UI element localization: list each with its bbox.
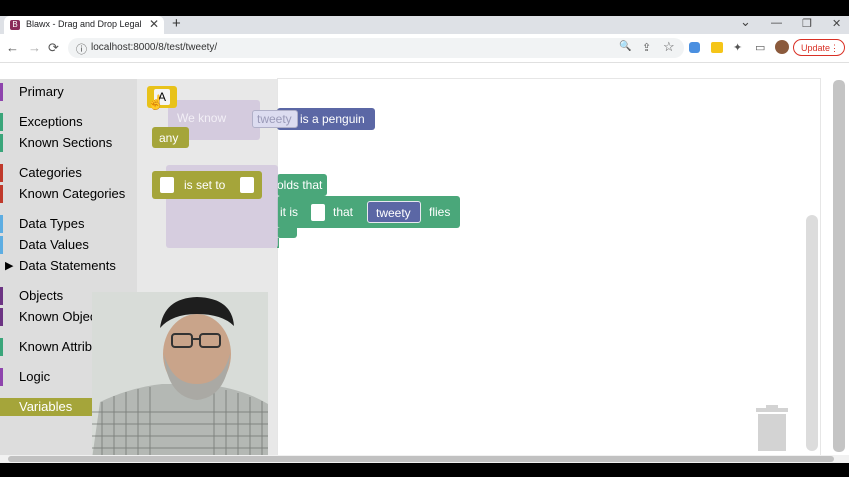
window-close-button[interactable]: ✕ [832, 17, 841, 30]
category-color-bar [0, 185, 3, 203]
category-known-categories[interactable]: Known Categories [0, 185, 137, 203]
flies-label: flies [429, 205, 451, 219]
zoom-icon[interactable]: 🔍 [619, 41, 631, 52]
category-label: Data Values [19, 237, 89, 252]
category-primary[interactable]: Primary [0, 83, 137, 101]
category-color-bar [0, 287, 3, 305]
holds-that-block[interactable]: olds that [277, 174, 327, 196]
is-set-to-label: is set to [184, 178, 226, 192]
trash-icon[interactable] [754, 405, 790, 451]
profile-avatar[interactable] [775, 40, 789, 54]
bookmark-star-icon[interactable]: ☆ [663, 39, 675, 55]
side-panel-icon[interactable]: ▭ [755, 41, 765, 54]
back-button[interactable]: ← [6, 40, 19, 55]
tweety-label: tweety [376, 206, 411, 220]
extensions-puzzle-icon[interactable]: ✦ [733, 41, 742, 54]
tab-search-icon[interactable]: ⌄ [740, 14, 751, 30]
is-a-penguin-label: is a penguin [300, 112, 365, 126]
new-tab-button[interactable]: + [172, 15, 181, 32]
category-label: Categories [19, 165, 82, 180]
category-data-statements[interactable]: Data Statements [0, 257, 137, 275]
workspace-scrollbar[interactable] [806, 215, 818, 451]
url-text[interactable]: localhost:8000/8/test/tweety/ [91, 42, 217, 53]
reload-button[interactable]: ⟳ [48, 40, 59, 56]
empty-input-slot[interactable] [160, 177, 174, 193]
category-color-bar [0, 83, 3, 101]
empty-input-slot[interactable] [240, 177, 254, 193]
category-label: Data Statements [19, 258, 116, 273]
category-label: Known Sections [19, 135, 113, 150]
category-exceptions[interactable]: Exceptions [0, 113, 137, 131]
category-label: Variables [19, 399, 73, 414]
update-button[interactable]: Update ⋮ [793, 39, 845, 56]
share-icon[interactable]: ⇪ [642, 41, 651, 54]
category-color-bar [0, 215, 3, 233]
category-color-bar [0, 236, 3, 254]
ghost-tweety-label: tweety [257, 112, 292, 126]
holds-that-label: olds that [277, 178, 323, 192]
category-label: Objects [19, 288, 64, 303]
category-categories[interactable]: Categories [0, 164, 137, 182]
that-label: that [333, 205, 354, 219]
empty-input-slot[interactable] [311, 204, 325, 221]
tab-title: Blawx - Drag and Drop Legal AI [26, 19, 141, 29]
category-color-bar [0, 308, 3, 326]
any-label: any [159, 131, 179, 145]
any-block[interactable]: any [152, 127, 189, 148]
category-label: Data Types [19, 216, 85, 231]
category-color-bar [0, 368, 3, 386]
close-icon[interactable]: ✕ [149, 17, 159, 31]
category-color-bar [0, 113, 3, 131]
flies-statement-block[interactable]: it is that tweety flies [277, 196, 460, 228]
category-data-values[interactable]: Data Values [0, 236, 137, 254]
menu-icon: ⋮ [830, 43, 839, 53]
extension-blue-icon[interactable] [689, 42, 700, 53]
site-info-icon[interactable]: ⓘ [76, 41, 87, 57]
extension-yellow-icon[interactable] [711, 42, 723, 53]
ghost-tweety-block: tweety [252, 110, 298, 128]
browser-tab[interactable]: B Blawx - Drag and Drop Legal AI ✕ [4, 16, 164, 34]
minimize-button[interactable]: — [771, 17, 782, 29]
category-color-bar [0, 164, 3, 182]
category-known-sections[interactable]: Known Sections [0, 134, 137, 152]
cursor-hand-icon: ☝ [147, 94, 165, 110]
person-video [92, 292, 268, 459]
horizontal-scrollbar[interactable] [8, 456, 834, 462]
expand-arrow-icon[interactable]: ▶ [5, 259, 13, 272]
tweety-object-block[interactable]: tweety [367, 201, 421, 223]
blawx-favicon-icon: B [10, 20, 20, 30]
block-tail [277, 228, 297, 238]
category-label: Known Categories [19, 186, 126, 201]
category-label: Exceptions [19, 114, 83, 129]
it-is-label: it is [280, 205, 298, 219]
category-color-bar [0, 134, 3, 152]
restore-button[interactable]: ❐ [802, 17, 812, 30]
forward-button[interactable]: → [28, 40, 41, 55]
update-label: Update [801, 43, 831, 53]
page-scrollbar[interactable] [833, 80, 845, 452]
blockly-workspace[interactable] [277, 78, 821, 458]
we-know-label: We know [177, 111, 227, 125]
category-color-bar [0, 338, 3, 356]
category-label: Logic [19, 369, 51, 384]
category-label: Primary [19, 84, 64, 99]
category-data-types[interactable]: Data Types [0, 215, 137, 233]
is-set-to-block[interactable]: is set to [152, 171, 262, 199]
